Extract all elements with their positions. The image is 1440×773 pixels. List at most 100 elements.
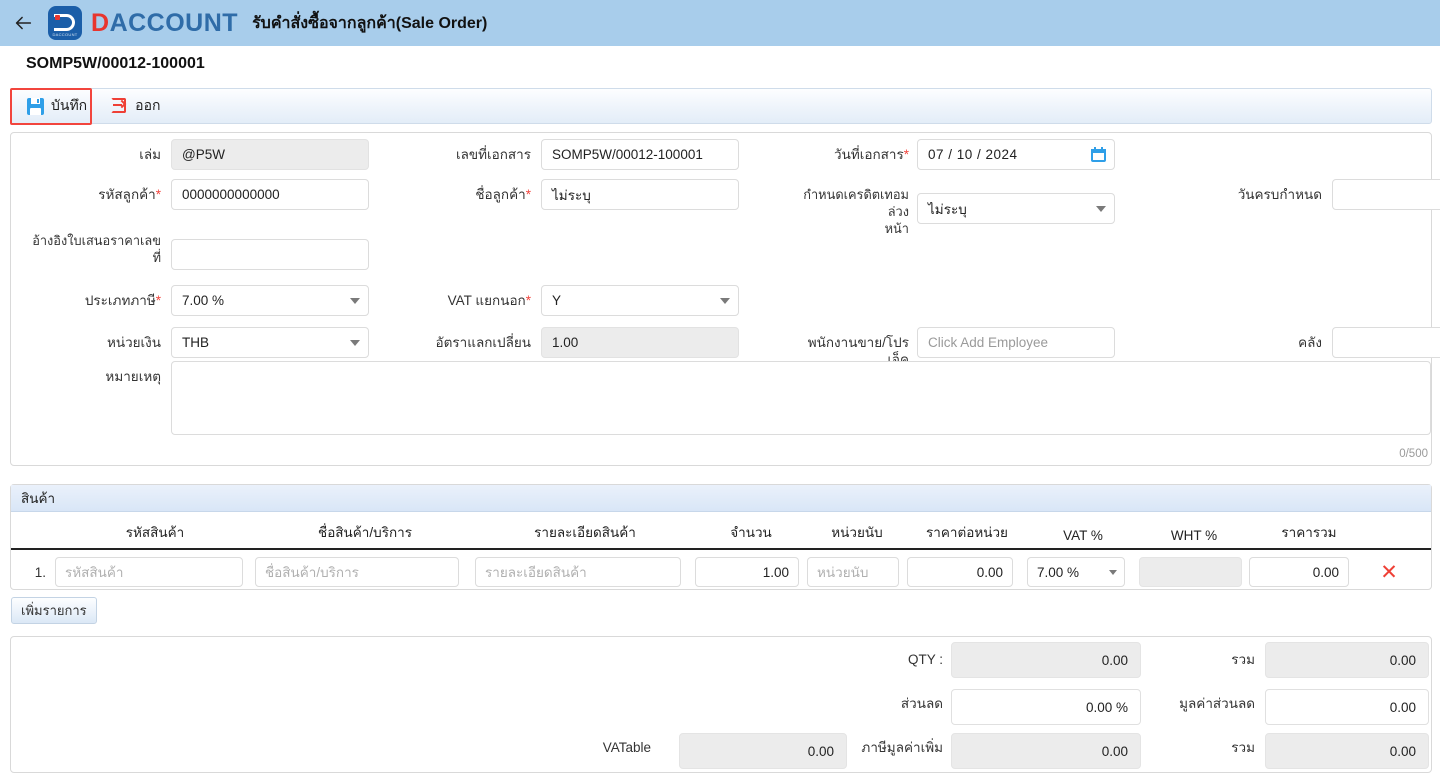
- summary-total-top-value: 0.00: [1265, 642, 1429, 678]
- chevron-down-icon: [1109, 569, 1117, 575]
- summary-grand-total-value: 0.00: [1265, 733, 1429, 769]
- column-header-name: ชื่อสินค้า/บริการ: [318, 525, 412, 540]
- remark-label: หมายเหตุ: [105, 369, 161, 384]
- currency-label: หน่วยเงิน: [106, 335, 161, 350]
- row-name-input[interactable]: ชื่อสินค้า/บริการ: [255, 557, 459, 587]
- summary-grand-total-label: รวม: [1231, 740, 1255, 755]
- summary-discount-amount-label: มูลค่าส่วนลด: [1179, 696, 1255, 711]
- logo-mark-subtext: DACCOUNT: [52, 32, 78, 37]
- salesman-field[interactable]: Click Add Employee: [917, 327, 1115, 358]
- summary-discount-pct-input[interactable]: 0.00 %: [951, 689, 1141, 725]
- customer-code-field[interactable]: 0000000000000: [171, 179, 369, 210]
- vat-separate-label: VAT แยกนอก*: [447, 293, 531, 308]
- row-code-input[interactable]: รหัสสินค้า: [55, 557, 243, 587]
- doc-date-label: วันที่เอกสาร*: [834, 147, 909, 162]
- customer-name-label: ชื่อลูกค้า*: [475, 187, 531, 202]
- back-arrow-icon: [12, 12, 34, 34]
- credit-term-value: ไม่ระบุ: [928, 201, 967, 217]
- row-vat-value: 7.00 %: [1037, 564, 1080, 580]
- currency-value: THB: [182, 335, 209, 350]
- chevron-down-icon: [1096, 205, 1106, 212]
- currency-select[interactable]: THB: [171, 327, 369, 358]
- column-header-vat: VAT %: [1063, 528, 1103, 543]
- column-header-wht: WHT %: [1170, 528, 1218, 543]
- document-header-form: เล่ม @P5W เลขที่เอกสาร SOMP5W/00012-1000…: [10, 132, 1440, 466]
- exit-button[interactable]: ออก: [99, 89, 172, 123]
- customer-name-field[interactable]: ไม่ระบุ: [541, 179, 739, 210]
- row-wht-input[interactable]: [1139, 557, 1242, 587]
- summary-discount-amount-input[interactable]: 0.00: [1265, 689, 1429, 725]
- column-header-total: ราคารวม: [1281, 525, 1337, 540]
- tax-type-value: 7.00 %: [182, 293, 225, 308]
- quotation-ref-label: อ้างอิงใบเสนอราคาเลข ที่: [32, 233, 161, 265]
- column-header-qty: จำนวน: [730, 525, 772, 540]
- summary-total-top-label: รวม: [1231, 652, 1255, 667]
- summary-vat-amount-value: 0.00: [951, 733, 1141, 769]
- due-date-field[interactable]: [1332, 179, 1440, 210]
- back-button[interactable]: [0, 0, 46, 46]
- save-button[interactable]: บันทึก: [15, 89, 99, 123]
- credit-term-select[interactable]: ไม่ระบุ: [917, 193, 1115, 224]
- warehouse-field[interactable]: [1332, 327, 1440, 358]
- book-field[interactable]: @P5W: [171, 139, 369, 170]
- summary-section: QTY : 0.00 รวม 0.00 ส่วนลด 0.00 % มูลค่า…: [10, 636, 1432, 773]
- column-header-code: รหัสสินค้า: [125, 525, 185, 540]
- row-detail-input[interactable]: รายละเอียดสินค้า: [475, 557, 681, 587]
- summary-discount-pct-label: ส่วนลด: [900, 696, 943, 711]
- book-label: เล่ม: [139, 147, 161, 162]
- row-qty-input[interactable]: 1.00: [695, 557, 799, 587]
- brand-wordmark-rest: ACCOUNT: [109, 8, 239, 37]
- doc-date-value: 07 / 10 / 2024: [928, 147, 1018, 162]
- row-vat-select[interactable]: 7.00 %: [1027, 557, 1125, 587]
- exit-button-label: ออก: [135, 97, 161, 113]
- customer-code-label: รหัสลูกค้า*: [98, 187, 161, 202]
- tax-type-label: ประเภทภาษี*: [84, 293, 161, 308]
- exit-arrow-icon: [111, 97, 128, 115]
- summary-vatable-value: 0.00: [679, 733, 847, 769]
- row-index: 1.: [34, 564, 46, 580]
- row-delete-button[interactable]: ✕: [1376, 562, 1402, 583]
- due-date-label: วันครบกำหนด: [1237, 187, 1322, 202]
- doc-no-label: เลขที่เอกสาร: [456, 147, 531, 162]
- summary-vat-amount-label: ภาษีมูลค่าเพิ่ม: [861, 740, 943, 755]
- items-section-title: สินค้า: [11, 485, 1431, 512]
- table-row: 1. รหัสสินค้า ชื่อสินค้า/บริการ รายละเอี…: [11, 550, 1431, 594]
- vat-separate-select[interactable]: Y: [541, 285, 739, 316]
- chevron-down-icon: [720, 297, 730, 304]
- doc-no-field[interactable]: SOMP5W/00012-100001: [541, 139, 739, 170]
- daccount-logo-mark: DACCOUNT: [48, 6, 82, 40]
- action-toolbar: บันทึก ออก: [10, 88, 1432, 124]
- credit-term-label: กำหนดเครดิตเทอมล่วง หน้า: [803, 187, 909, 236]
- document-number: SOMP5W/00012-100001: [26, 55, 205, 72]
- column-header-detail: รายละเอียดสินค้า: [534, 525, 636, 540]
- remark-textarea[interactable]: [171, 361, 1431, 435]
- floppy-disk-icon: [27, 97, 44, 115]
- quotation-ref-field[interactable]: [171, 239, 369, 270]
- exchange-rate-label: อัตราแลกเปลี่ยน: [435, 335, 531, 350]
- brand-wordmark-d: D: [91, 8, 110, 37]
- chevron-down-icon: [350, 297, 360, 304]
- row-unit-price-input[interactable]: 0.00: [907, 557, 1013, 587]
- exchange-rate-field[interactable]: 1.00: [541, 327, 739, 358]
- column-header-unit: หน่วยนับ: [831, 525, 883, 540]
- tax-type-select[interactable]: 7.00 %: [171, 285, 369, 316]
- items-section: สินค้า รหัสสินค้า ชื่อสินค้า/บริการ รายล…: [10, 484, 1432, 590]
- column-header-unit-price: ราคาต่อหน่วย: [926, 525, 1008, 540]
- brand-wordmark: D ACCOUNT: [91, 8, 239, 37]
- row-unit-input[interactable]: หน่วยนับ: [807, 557, 899, 587]
- calendar-icon[interactable]: [1091, 147, 1106, 162]
- warehouse-label: คลัง: [1298, 335, 1322, 350]
- document-number-bar: SOMP5W/00012-100001: [0, 46, 1440, 82]
- doc-date-field[interactable]: 07 / 10 / 2024: [917, 139, 1115, 170]
- app-header: DACCOUNT D ACCOUNT รับคำสั่งซื้อจากลูกค้า…: [0, 0, 1440, 46]
- summary-qty-label: QTY :: [907, 652, 943, 667]
- row-total-input[interactable]: 0.00: [1249, 557, 1349, 587]
- items-table-header: รหัสสินค้า ชื่อสินค้า/บริการ รายละเอียดส…: [11, 512, 1431, 550]
- save-button-label: บันทึก: [51, 97, 88, 113]
- remark-char-counter: 0/500: [1399, 448, 1428, 460]
- chevron-down-icon: [350, 339, 360, 346]
- summary-vatable-label: VATable: [602, 740, 651, 755]
- sale-order-page: DACCOUNT D ACCOUNT รับคำสั่งซื้อจากลูกค้า…: [0, 0, 1440, 773]
- add-row-button[interactable]: เพิ่มรายการ: [11, 597, 97, 624]
- vat-separate-value: Y: [552, 293, 562, 308]
